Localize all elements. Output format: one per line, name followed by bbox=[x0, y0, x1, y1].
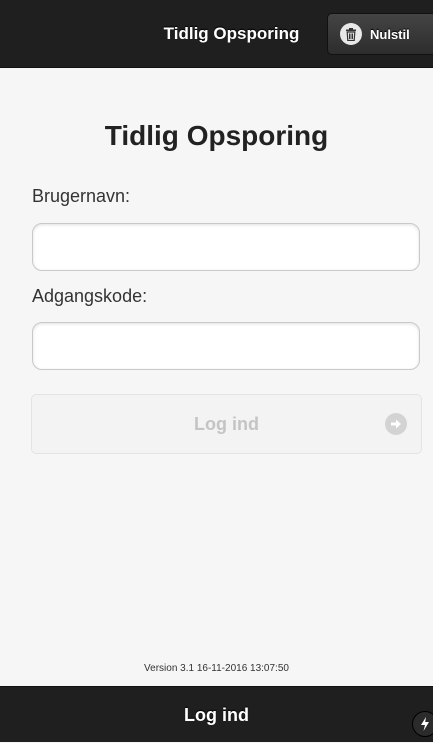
footer-bar: Log ind bbox=[0, 686, 433, 742]
footer-title: Log ind bbox=[184, 705, 249, 725]
reset-button-label: Nulstil bbox=[370, 26, 410, 42]
password-input[interactable] bbox=[32, 322, 420, 370]
lightning-bolt-icon[interactable] bbox=[412, 711, 433, 737]
username-input[interactable] bbox=[32, 223, 420, 271]
login-form: Tidlig Opsporing Brugernavn: Adgangskode… bbox=[0, 68, 433, 686]
header-bar: Tidlig Opsporing Nulstil bbox=[0, 0, 433, 68]
reset-button[interactable]: Nulstil bbox=[327, 13, 433, 55]
login-button-label: Log ind bbox=[194, 413, 259, 434]
page-title: Tidlig Opsporing bbox=[104, 120, 329, 151]
arrow-right-circle-icon bbox=[385, 413, 407, 435]
username-label: Brugernavn: bbox=[32, 186, 131, 206]
password-label: Adgangskode: bbox=[32, 286, 148, 306]
version-text: Version 3.1 16-11-2016 13:07:50 bbox=[144, 663, 289, 674]
trash-icon bbox=[340, 23, 362, 45]
login-button[interactable]: Log ind bbox=[31, 394, 422, 454]
